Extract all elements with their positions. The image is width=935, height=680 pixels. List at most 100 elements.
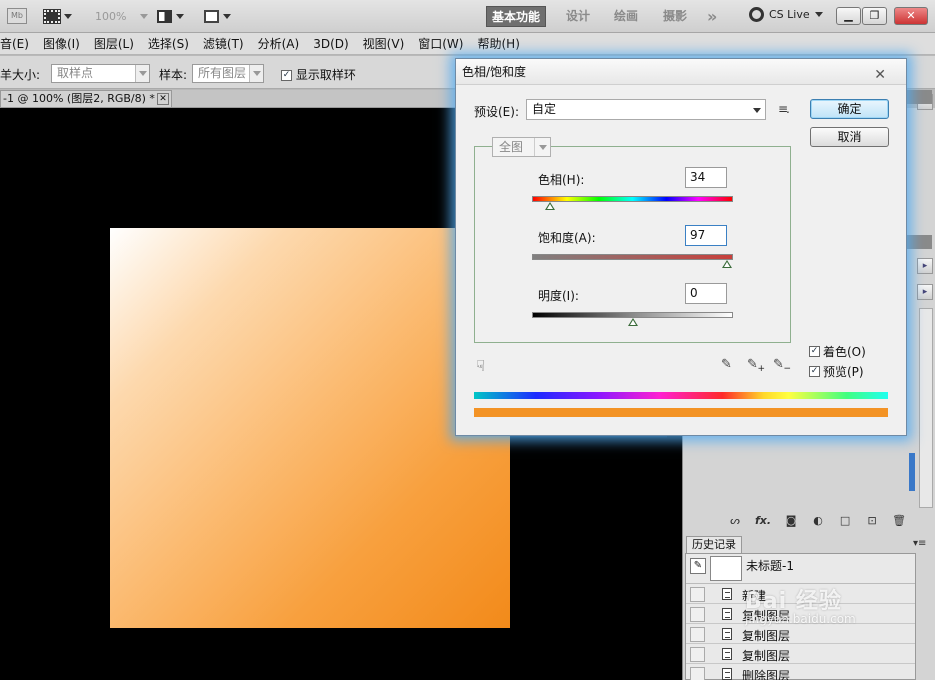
workspace-tab-design[interactable]: 设计 — [561, 6, 595, 27]
hue-slider-track[interactable] — [532, 196, 733, 202]
layer-style-icon[interactable]: fx. — [755, 514, 771, 527]
menu-edit[interactable]: 音(E) — [0, 35, 29, 52]
dialog-title-bar[interactable]: 色相/饱和度 ✕ — [456, 59, 906, 85]
colorize-checkbox[interactable]: ✓ — [809, 346, 820, 357]
new-group-icon[interactable]: □ — [838, 514, 852, 527]
application-bar: Mb 100% 基本功能 设计 绘画 摄影 » CS Live ▁ ❐ ✕ — [0, 0, 935, 33]
ok-button[interactable]: 确定 — [810, 99, 889, 119]
sample-layers-select[interactable]: 所有图层 — [192, 64, 264, 83]
saturation-input[interactable]: 97 — [685, 225, 727, 246]
menu-image[interactable]: 图像(I) — [43, 35, 80, 52]
history-item[interactable]: 复制图层 — [686, 645, 915, 664]
show-sampling-ring-checkbox[interactable]: ✓ — [281, 70, 292, 81]
menu-analysis[interactable]: 分析(A) — [258, 35, 300, 52]
document-tab[interactable]: -1 @ 100% (图层2, RGB/8) * ✕ — [0, 90, 172, 108]
show-sampling-ring-label: 显示取样环 — [295, 68, 356, 82]
eyedropper-icon[interactable]: ✎ — [721, 357, 737, 373]
bridge-mb-icon[interactable]: Mb — [7, 8, 27, 24]
zoom-level-value: 100% — [95, 9, 127, 23]
delete-layer-icon[interactable]: 🗑 — [892, 514, 906, 527]
cancel-button[interactable]: 取消 — [810, 127, 889, 147]
layers-footer-toolbar: ᔕ fx. ◙ ◐ □ ⊡ 🗑 — [728, 514, 906, 527]
eyedropper-glyph: ✎ — [773, 357, 784, 372]
selected-layer-highlight — [909, 453, 915, 491]
chevron-down-icon — [538, 144, 547, 150]
cs-live-icon — [749, 7, 764, 22]
history-panel-tab[interactable]: 历史记录 — [686, 536, 742, 553]
history-brush-source-icon[interactable]: ✎ — [690, 558, 706, 574]
history-brush-checkbox[interactable] — [690, 647, 705, 662]
panel-expand-icon[interactable]: ▸ — [917, 284, 933, 300]
workspace-tab-painting[interactable]: 绘画 — [609, 6, 643, 27]
subtract-from-sample-eyedropper-icon[interactable]: ✎ − — [773, 357, 791, 374]
edit-range-select[interactable]: 全图 — [492, 137, 551, 157]
history-item[interactable]: 删除图层 — [686, 665, 915, 680]
close-window-button[interactable]: ✕ — [894, 7, 928, 25]
history-brush-checkbox[interactable] — [690, 667, 705, 680]
preview-checkbox[interactable]: ✓ — [809, 366, 820, 377]
screen-mode-icon — [204, 9, 219, 23]
menu-filter[interactable]: 滤镜(T) — [203, 35, 244, 52]
targeted-adjustment-hand-icon[interactable]: ☟ — [476, 357, 485, 375]
preset-value: 自定 — [532, 102, 557, 116]
preset-select[interactable]: 自定 — [526, 99, 766, 120]
workspace-tab-photography[interactable]: 摄影 — [658, 6, 692, 27]
lightness-input[interactable]: 0 — [685, 283, 727, 304]
history-brush-checkbox[interactable] — [690, 587, 705, 602]
chevron-down-icon — [140, 13, 149, 19]
sample-size-label: 羊大小: — [0, 68, 41, 82]
add-to-sample-eyedropper-icon[interactable]: ✎ + — [747, 357, 765, 374]
menu-bar: 音(E) 图像(I) 图层(L) 选择(S) 滤镜(T) 分析(A) 3D(D)… — [0, 33, 935, 55]
workspace-tab-essentials[interactable]: 基本功能 — [486, 6, 547, 27]
eyedropper-glyph: ✎ — [721, 357, 732, 372]
history-state-icon — [722, 628, 732, 640]
baidu-jingyan-url: jingyan.baidu.com — [745, 612, 856, 626]
close-icon[interactable]: ✕ — [874, 62, 886, 88]
panel-expand-icon[interactable]: ▸ — [917, 258, 933, 274]
sample-size-select[interactable]: 取样点 — [51, 64, 150, 83]
gradient-layer-artwork — [110, 228, 510, 628]
new-layer-icon[interactable]: ⊡ — [865, 514, 879, 527]
menu-view[interactable]: 视图(V) — [363, 35, 405, 52]
baidu-jingyan-watermark: Bai 经验 — [745, 589, 842, 614]
adjustment-layer-icon[interactable]: ◐ — [811, 514, 825, 527]
saturation-slider-thumb[interactable] — [721, 260, 732, 268]
screen-mode-button[interactable] — [204, 7, 231, 25]
history-brush-checkbox[interactable] — [690, 627, 705, 642]
chevron-down-icon — [252, 71, 261, 76]
history-brush-checkbox[interactable] — [690, 607, 705, 622]
preset-options-icon[interactable]: ≡. — [778, 102, 790, 116]
hue-input[interactable]: 34 — [685, 167, 727, 188]
history-item[interactable]: 复制图层 — [686, 625, 915, 644]
layer-mask-icon[interactable]: ◙ — [784, 514, 798, 527]
show-sampling-ring-option[interactable]: ✓ 显示取样环 — [281, 66, 356, 83]
arrange-documents-button[interactable] — [157, 7, 184, 25]
layers-scrollbar[interactable] — [919, 308, 933, 508]
history-panel-menu-icon[interactable]: ▾≡ — [913, 538, 926, 549]
hue-slider-thumb[interactable] — [545, 202, 556, 210]
minus-icon: − — [783, 364, 791, 374]
menu-help[interactable]: 帮助(H) — [477, 35, 519, 52]
history-snapshot[interactable]: ✎ 未标题-1 — [686, 554, 915, 584]
sample-label: 样本: — [159, 68, 188, 82]
menu-3d[interactable]: 3D(D) — [313, 37, 348, 51]
saturation-label: 饱和度(A): — [538, 231, 596, 245]
menu-window[interactable]: 窗口(W) — [418, 35, 463, 52]
close-document-icon[interactable]: ✕ — [157, 93, 169, 105]
restore-button[interactable]: ❐ — [862, 7, 887, 25]
chevron-down-icon — [814, 12, 823, 17]
eyedropper-glyph: ✎ — [747, 357, 758, 372]
link-layers-icon[interactable]: ᔕ — [728, 514, 742, 527]
lightness-slider-thumb[interactable] — [627, 318, 638, 326]
history-item-label: 复制图层 — [742, 649, 791, 663]
colorize-option[interactable]: ✓ 着色(O) — [809, 343, 866, 360]
minimize-button[interactable]: ▁ — [836, 7, 861, 25]
menu-layer[interactable]: 图层(L) — [94, 35, 134, 52]
cs-live-menu[interactable]: CS Live — [749, 7, 823, 22]
more-workspaces-button[interactable]: » — [702, 6, 722, 27]
minibridge-launcher[interactable] — [43, 7, 72, 25]
preview-option[interactable]: ✓ 预览(P) — [809, 363, 864, 380]
saturation-slider-track[interactable] — [532, 254, 733, 260]
menu-select[interactable]: 选择(S) — [148, 35, 189, 52]
zoom-level-select[interactable]: 100% — [95, 7, 149, 25]
